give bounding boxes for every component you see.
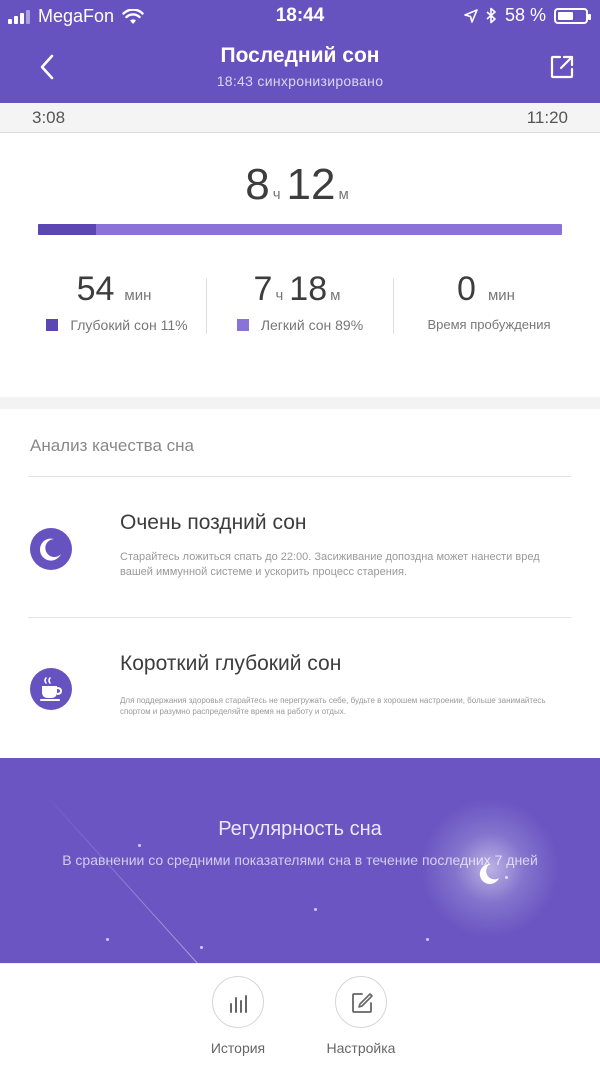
moon-icon: [30, 528, 72, 570]
total-minutes: 12: [286, 160, 336, 209]
bottom-tab-bar: История Настройка: [0, 963, 600, 1066]
analysis-item[interactable]: Очень поздний сон Старайтесь ложиться сп…: [0, 477, 600, 617]
nav-bar: Последний сон 18:43 синхронизировано: [0, 34, 600, 103]
regularity-title: Регулярность сна: [218, 818, 382, 840]
awake-label: Время пробуждения: [427, 317, 551, 332]
light-sleep-minutes-unit: м: [330, 287, 341, 304]
location-arrow-icon: [464, 8, 478, 23]
shooting-star-decoration: [39, 788, 201, 963]
deep-sleep-stat: 54 мин Глубокий сон 11%: [28, 270, 206, 340]
light-sleep-label: Легкий сон 89%: [260, 317, 364, 333]
analysis-title: Анализ качества сна: [30, 436, 194, 455]
section-gap: [0, 397, 600, 409]
sleep-start-time: 3:08: [32, 108, 66, 127]
battery-percent: 58 %: [504, 5, 546, 25]
light-sleep-minutes: 18: [289, 270, 328, 308]
tab-settings[interactable]: Настройка: [306, 976, 416, 1056]
light-sleep-stat: 7 ч 18 м Легкий сон 89%: [207, 270, 393, 340]
stats-divider: [206, 278, 207, 334]
sleep-timeline: 3:08 11:20: [0, 103, 600, 133]
deep-sleep-label: Глубокий сон 11%: [70, 317, 188, 333]
awake-stat: 0 мин Время пробуждения: [394, 270, 584, 340]
stats-divider: [393, 278, 394, 334]
analysis-item-heading: Очень поздний сон: [120, 511, 307, 534]
total-sleep: 8 ч 12 м: [0, 160, 600, 210]
total-hours-unit: ч: [272, 186, 281, 203]
star-decoration: [314, 908, 317, 911]
star-decoration: [426, 938, 429, 941]
total-minutes-unit: м: [338, 186, 349, 203]
tab-history-label: История: [210, 1040, 266, 1056]
deep-sleep-value: 54: [76, 270, 115, 308]
analysis-item-description: Для поддержания здоровья старайтесь не п…: [120, 696, 546, 717]
sleep-end-time: 11:20: [526, 108, 568, 127]
bar-chart-icon: [230, 995, 247, 1013]
light-sleep-swatch: [236, 319, 249, 331]
awake-unit: мин: [487, 287, 515, 304]
status-bar: MegaFon 18:44 58 %: [0, 0, 600, 34]
history-button[interactable]: [212, 976, 264, 1028]
analysis-item-description: Старайтесь ложиться спать до 22:00. Заси…: [120, 551, 540, 579]
regularity-subtitle: В сравнении со средними показателями сна…: [62, 852, 538, 868]
battery-icon: [554, 7, 591, 24]
top-bar: MegaFon 18:44 58 % Последний сон 18:43 с…: [0, 0, 600, 103]
tab-settings-label: Настройка: [326, 1040, 396, 1056]
settings-button[interactable]: [335, 976, 387, 1028]
star-decoration: [138, 844, 141, 847]
edit-icon: [352, 993, 373, 1013]
tab-history[interactable]: История: [183, 976, 293, 1056]
light-sleep-hours-unit: ч: [275, 287, 284, 304]
total-hours: 8: [245, 160, 270, 209]
analysis-item[interactable]: Короткий глубокий сон Для поддержания зд…: [0, 618, 600, 758]
analysis-item-heading: Короткий глубокий сон: [120, 652, 342, 675]
deep-sleep-swatch: [46, 319, 59, 331]
star-decoration: [200, 946, 203, 949]
bluetooth-icon: [486, 7, 496, 24]
sync-status: 18:43 синхронизировано: [216, 73, 384, 89]
star-decoration: [106, 938, 109, 941]
cup-icon: [30, 668, 72, 710]
sleep-regularity-banner[interactable]: Регулярность сна В сравнении со средними…: [0, 758, 600, 963]
sleep-stats: 54 мин Глубокий сон 11% 7 ч 18 м Легкий сон …: [0, 270, 600, 340]
deep-sleep-unit: мин: [124, 287, 152, 304]
deep-sleep-segment: [38, 224, 96, 235]
sleep-phase-bar: [38, 224, 562, 235]
light-sleep-hours: 7: [253, 270, 273, 308]
page-title: Последний сон: [220, 44, 380, 67]
share-button[interactable]: [549, 54, 575, 80]
awake-value: 0: [457, 270, 476, 308]
